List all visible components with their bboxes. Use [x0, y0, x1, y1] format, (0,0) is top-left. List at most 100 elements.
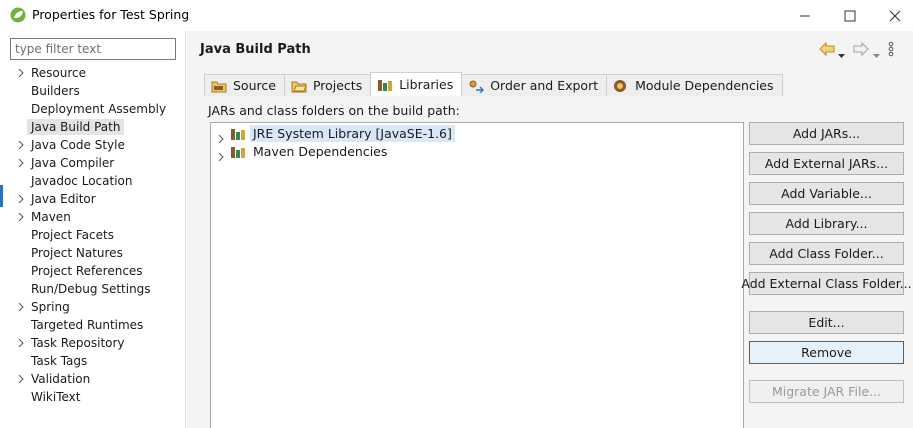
library-jar-icon — [230, 126, 246, 141]
sidebar-item-validation[interactable]: Validation — [0, 370, 186, 388]
sidebar-item-label: Validation — [31, 372, 91, 386]
tab-libraries[interactable]: Libraries — [370, 72, 463, 96]
add-jars-button[interactable]: Add JARs... — [749, 122, 904, 145]
navigation-toolbar — [817, 41, 913, 59]
sidebar-item-label: Javadoc Location — [31, 174, 133, 188]
sidebar-item-project-natures[interactable]: Project Natures — [0, 244, 186, 262]
window-titlebar: Properties for Test Spring — [0, 0, 913, 31]
add-library-button[interactable]: Add Library... — [749, 212, 904, 235]
tab-module-dependencies[interactable]: Module Dependencies — [606, 74, 783, 96]
library-label: Maven Dependencies — [253, 144, 388, 159]
back-dropdown-icon[interactable] — [838, 47, 845, 61]
sidebar-item-label: Run/Debug Settings — [31, 282, 151, 296]
sidebar-item-maven[interactable]: Maven — [0, 208, 186, 226]
forward-arrow-icon[interactable] — [853, 41, 869, 59]
sidebar-item-label: Java Compiler — [31, 156, 115, 170]
sidebar-item-task-tags[interactable]: Task Tags — [0, 352, 186, 370]
close-icon — [889, 10, 901, 21]
tab-libraries-label: Libraries — [399, 77, 454, 92]
libraries-icon — [377, 78, 393, 92]
properties-sidebar: Resource Builders Deployment Assembly Java … — [0, 31, 186, 428]
chevron-right-icon[interactable] — [17, 339, 25, 347]
module-dependencies-icon — [613, 79, 629, 93]
sidebar-item-run-debug-settings[interactable]: Run/Debug Settings — [0, 280, 186, 298]
projects-folder-icon — [291, 79, 307, 93]
add-variable-button[interactable]: Add Variable... — [749, 182, 904, 205]
spring-leaf-icon — [10, 7, 26, 23]
window-edge-accent — [0, 185, 3, 207]
library-item-maven[interactable]: Maven Dependencies — [215, 143, 635, 162]
tab-source-label: Source — [233, 78, 276, 93]
sidebar-item-label: Java Code Style — [31, 138, 125, 152]
sidebar-item-label: Targeted Runtimes — [31, 318, 144, 332]
sidebar-item-task-repository[interactable]: Task Repository — [0, 334, 186, 352]
chevron-right-icon[interactable] — [218, 148, 225, 162]
remove-button[interactable]: Remove — [749, 341, 904, 364]
close-button[interactable] — [872, 0, 913, 31]
chevron-right-icon[interactable] — [17, 69, 25, 77]
chevron-right-icon[interactable] — [17, 195, 25, 203]
main-panel: Java Build Path Source Projects Librarie… — [187, 31, 913, 428]
library-label: JRE System Library [JavaSE-1.6] — [250, 125, 455, 142]
add-external-jars-button[interactable]: Add External JARs... — [749, 152, 904, 175]
tab-projects-label: Projects — [312, 78, 363, 93]
sidebar-item-project-facets[interactable]: Project Facets — [0, 226, 186, 244]
sidebar-item-label: Task Tags — [31, 354, 88, 368]
sidebar-item-javadoc-location[interactable]: Javadoc Location — [0, 172, 186, 190]
chevron-right-icon[interactable] — [218, 130, 225, 144]
sidebar-item-label: Deployment Assembly — [31, 102, 167, 116]
migrate-jar-button[interactable]: Migrate JAR File... — [749, 380, 904, 403]
add-class-folder-button[interactable]: Add Class Folder... — [749, 242, 904, 265]
source-folder-icon — [211, 79, 227, 93]
back-arrow-icon[interactable] — [819, 41, 835, 59]
sidebar-item-java-code-style[interactable]: Java Code Style — [0, 136, 186, 154]
libraries-tree: JRE System Library [JavaSE-1.6] Maven De… — [210, 122, 744, 428]
sidebar-item-label: Project Facets — [31, 228, 114, 242]
tab-order-and-export[interactable]: Order and Export — [461, 74, 608, 96]
forward-dropdown-icon[interactable] — [873, 47, 880, 61]
sidebar-item-label: Spring — [31, 300, 70, 314]
sidebar-item-deployment-assembly[interactable]: Deployment Assembly — [0, 100, 186, 118]
order-export-icon — [468, 79, 485, 93]
minimize-button[interactable] — [782, 0, 828, 31]
chevron-right-icon[interactable] — [17, 375, 25, 383]
tab-module-dependencies-label: Module Dependencies — [635, 78, 774, 93]
chevron-right-icon[interactable] — [17, 159, 25, 167]
sidebar-item-resource[interactable]: Resource — [0, 64, 186, 82]
view-menu-icon[interactable] — [888, 41, 894, 60]
sidebar-item-label: Project Natures — [31, 246, 123, 260]
tab-source[interactable]: Source — [204, 74, 285, 96]
chevron-right-icon[interactable] — [17, 303, 25, 311]
sidebar-item-java-compiler[interactable]: Java Compiler — [0, 154, 186, 172]
sidebar-item-label: Resource — [31, 66, 87, 80]
tab-order-and-export-label: Order and Export — [490, 78, 599, 93]
sidebar-item-label: Builders — [31, 84, 80, 98]
sidebar-item-label: Java Build Path — [27, 119, 125, 135]
filter-input[interactable] — [10, 38, 176, 60]
sidebar-item-label: Task Repository — [31, 336, 125, 350]
sidebar-item-wikitext[interactable]: WikiText — [0, 388, 186, 406]
library-item-jre[interactable]: JRE System Library [JavaSE-1.6] — [215, 125, 635, 144]
build-path-section-label: JARs and class folders on the build path… — [208, 103, 460, 118]
chevron-right-icon[interactable] — [17, 141, 25, 149]
sidebar-item-builders[interactable]: Builders — [0, 82, 186, 100]
edit-button[interactable]: Edit... — [749, 311, 904, 334]
properties-tree: Resource Builders Deployment Assembly Java … — [0, 64, 186, 406]
maximize-icon — [844, 10, 856, 21]
maximize-button[interactable] — [827, 0, 873, 31]
chevron-right-icon[interactable] — [17, 213, 25, 221]
sidebar-item-label: Maven — [31, 210, 71, 224]
window-title: Properties for Test Spring — [32, 7, 190, 22]
library-jar-icon — [230, 144, 246, 159]
sidebar-item-spring[interactable]: Spring — [0, 298, 186, 316]
sidebar-item-project-references[interactable]: Project References — [0, 262, 186, 280]
sidebar-item-java-editor[interactable]: Java Editor — [0, 190, 186, 208]
page-title: Java Build Path — [200, 42, 311, 57]
add-external-class-folder-button[interactable]: Add External Class Folder... — [741, 272, 912, 295]
build-path-tabs: Source Projects Libraries Order and Expo… — [204, 72, 783, 96]
sidebar-item-label: Project References — [31, 264, 143, 278]
tab-projects[interactable]: Projects — [283, 74, 372, 96]
minimize-icon — [800, 15, 810, 16]
sidebar-item-targeted-runtimes[interactable]: Targeted Runtimes — [0, 316, 186, 334]
sidebar-item-java-build-path[interactable]: Java Build Path — [0, 118, 186, 136]
